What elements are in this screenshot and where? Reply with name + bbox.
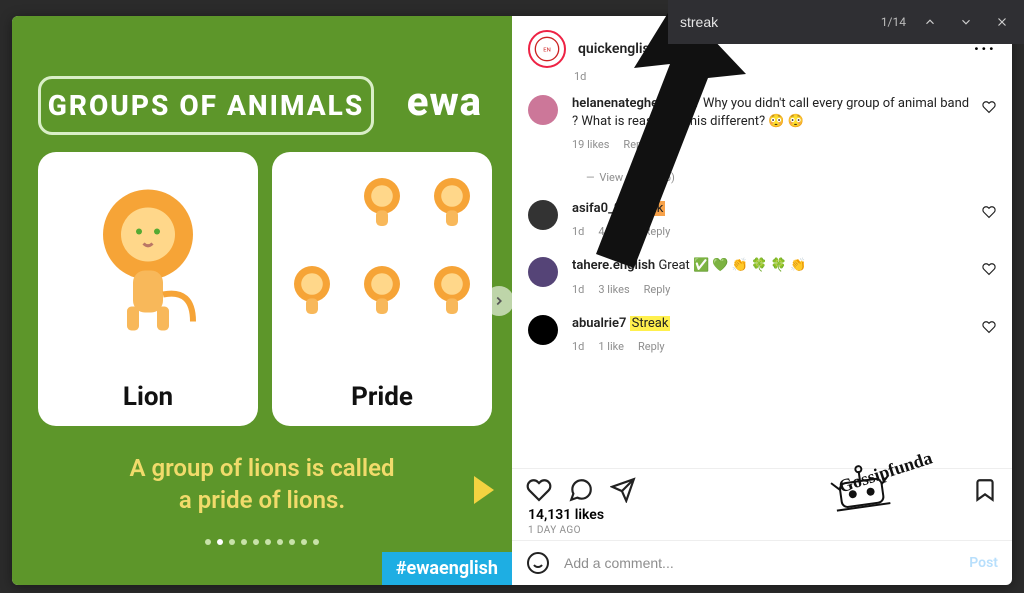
comment-text: Great ✅ 💚 👏 🍀 🍀 👏 (658, 258, 806, 273)
card-lion: Lion (38, 152, 258, 426)
comment-text: Streak (625, 201, 666, 216)
comment-row: tahere.english Great ✅ 💚 👏 🍀 🍀 👏 1d 3 like… (528, 257, 996, 297)
caption-line-1: A group of lions is called (129, 454, 394, 482)
post-age: 1d (574, 70, 1012, 83)
post-media[interactable]: GROUPS OF ANIMALS ewa Lion (12, 16, 512, 585)
like-button[interactable] (526, 477, 552, 503)
comment-like-button[interactable] (982, 261, 996, 275)
play-triangle-icon (474, 476, 494, 504)
lion-icon (73, 172, 223, 342)
post-timestamp: 1 DAY AGO (512, 525, 1012, 536)
post-comment-button[interactable]: Post (969, 555, 998, 571)
find-in-page-bar: 1/14 (668, 0, 1024, 44)
comment-avatar[interactable] (528, 315, 558, 345)
card-pride-label: Pride (351, 382, 413, 412)
comment-username[interactable]: tahere.english (572, 258, 655, 273)
carousel-dots (12, 539, 512, 545)
comment-avatar[interactable] (528, 257, 558, 287)
author-avatar[interactable]: EN (528, 30, 566, 68)
comment-body: asifa0_0 Streak 1d 4 likes Reply (572, 200, 974, 240)
poster-title: GROUPS OF ANIMALS (38, 76, 374, 135)
comments-list[interactable]: helanenategheh Why? Why you didn't call … (512, 83, 1012, 468)
comment-like-button[interactable] (982, 204, 996, 218)
find-close-button[interactable] (990, 10, 1014, 34)
comment-age: 1d (572, 340, 584, 353)
comment-reply-button[interactable]: Reply (644, 283, 671, 296)
svg-text:EN: EN (543, 48, 551, 54)
poster-hashtag: #ewaenglish (382, 552, 512, 585)
view-replies-button[interactable]: View replies (6) (586, 171, 996, 184)
comment-body: helanenategheh Why? Why you didn't call … (572, 95, 974, 153)
comment-row: helanenategheh Why? Why you didn't call … (528, 95, 996, 153)
like-count[interactable]: 14,131 likes (512, 507, 1012, 523)
comment-body: abualrie7 Streak 1d 1 like Reply (572, 315, 974, 355)
comment-username[interactable]: abualrie7 (572, 316, 626, 331)
comment-username[interactable]: helanenategheh (572, 96, 665, 111)
poster-brand: ewa (407, 78, 482, 125)
find-input[interactable] (678, 13, 869, 31)
comment-avatar[interactable] (528, 200, 558, 230)
comment-row: asifa0_0 Streak 1d 4 likes Reply (528, 200, 996, 240)
caption-line-2: a pride of lions. (179, 486, 345, 514)
poster-caption: A group of lions is called a pride of li… (12, 452, 512, 517)
comment-reply-button[interactable]: Reply (644, 225, 671, 238)
carousel-next-button[interactable] (484, 286, 512, 316)
save-button[interactable] (972, 477, 998, 503)
comment-likes[interactable]: 4 likes (598, 225, 629, 238)
comment-avatar[interactable] (528, 95, 558, 125)
card-lion-label: Lion (123, 382, 173, 412)
comment-likes[interactable]: 3 likes (598, 283, 629, 296)
comment-reply-button[interactable]: Reply (623, 138, 650, 151)
comment-likes[interactable]: 1 like (598, 340, 624, 353)
card-pride: Pride (272, 152, 492, 426)
comment-like-button[interactable] (982, 99, 996, 113)
comment-body: tahere.english Great ✅ 💚 👏 🍀 🍀 👏 1d 3 like… (572, 257, 974, 297)
comment-age: 1d (572, 225, 584, 238)
comment-input[interactable] (562, 554, 969, 572)
post-actions (512, 468, 1012, 505)
watermark-robot-icon (823, 458, 899, 517)
comment-like-button[interactable] (982, 319, 996, 333)
find-prev-button[interactable] (918, 10, 942, 34)
post-details: EN quickenglishfluency ··· 1d helanenate… (512, 16, 1012, 585)
comment-text: Streak (630, 316, 671, 331)
comment-reply-button[interactable]: Reply (638, 340, 665, 353)
emoji-picker-button[interactable] (526, 551, 550, 575)
add-comment-row: Post (512, 540, 1012, 585)
pride-grid (282, 170, 482, 338)
comment-likes[interactable]: 19 likes (572, 138, 609, 151)
comment-button[interactable] (568, 477, 594, 503)
find-next-button[interactable] (954, 10, 978, 34)
comment-age: 1d (572, 283, 584, 296)
comment-username[interactable]: asifa0_0 (572, 201, 621, 216)
share-button[interactable] (610, 477, 636, 503)
comment-row: abualrie7 Streak 1d 1 like Reply (528, 315, 996, 355)
find-match-count: 1/14 (881, 15, 906, 29)
poster-card: GROUPS OF ANIMALS ewa Lion (12, 16, 512, 585)
